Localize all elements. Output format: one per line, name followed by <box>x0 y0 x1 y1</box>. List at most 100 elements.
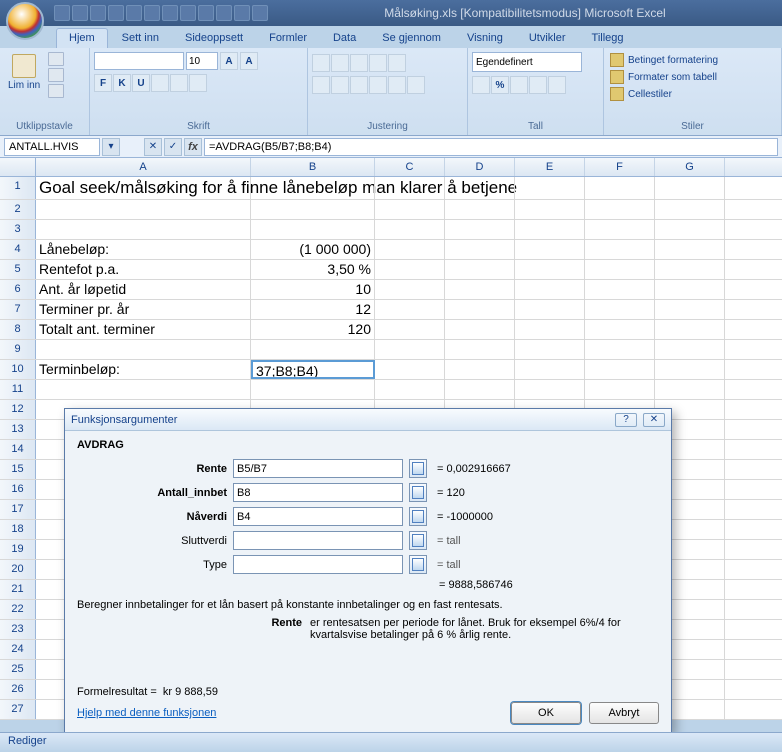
align-middle-icon[interactable] <box>331 54 349 72</box>
comma-icon[interactable] <box>510 76 528 94</box>
indent-dec-icon[interactable] <box>369 76 387 94</box>
row-header-11[interactable]: 11 <box>0 380 36 399</box>
decrease-decimal-icon[interactable] <box>548 76 566 94</box>
name-box-dropdown-icon[interactable]: ▾ <box>102 138 120 156</box>
row-header-10[interactable]: 10 <box>0 360 36 379</box>
currency-icon[interactable] <box>472 76 490 94</box>
tab-se-gjennom[interactable]: Se gjennom <box>370 29 453 48</box>
cell-A10[interactable]: Terminbeløp: <box>36 360 251 379</box>
conditional-formatting-button[interactable]: Betinget formatering <box>608 52 777 68</box>
arg-input-sluttverdi[interactable] <box>233 531 403 550</box>
ref-select-icon[interactable] <box>409 531 427 550</box>
qat-icon[interactable] <box>234 5 250 21</box>
row-header-15[interactable]: 15 <box>0 460 36 479</box>
cell-B7[interactable]: 12 <box>251 300 375 319</box>
dialog-close-button[interactable]: ✕ <box>643 413 665 427</box>
row-header-8[interactable]: 8 <box>0 320 36 339</box>
row-header-5[interactable]: 5 <box>0 260 36 279</box>
fill-color-icon[interactable] <box>170 74 188 92</box>
office-button[interactable] <box>6 2 44 40</box>
percent-icon[interactable]: % <box>491 76 509 94</box>
merge-icon[interactable] <box>407 76 425 94</box>
cancel-button[interactable]: Avbryt <box>589 702 659 724</box>
border-icon[interactable] <box>151 74 169 92</box>
paste-button[interactable]: Lim inn <box>4 52 44 93</box>
row-header-25[interactable]: 25 <box>0 660 36 679</box>
tab-visning[interactable]: Visning <box>455 29 515 48</box>
tab-formler[interactable]: Formler <box>257 29 319 48</box>
cell-A4[interactable]: Lånebeløp: <box>36 240 251 259</box>
row-header-23[interactable]: 23 <box>0 620 36 639</box>
arg-input-type[interactable] <box>233 555 403 574</box>
shrink-font-icon[interactable]: A <box>240 52 258 70</box>
row-header-3[interactable]: 3 <box>0 220 36 239</box>
cut-icon[interactable] <box>48 52 64 66</box>
copy-icon[interactable] <box>48 68 64 82</box>
indent-inc-icon[interactable] <box>388 76 406 94</box>
format-as-table-button[interactable]: Formater som tabell <box>608 69 777 85</box>
align-right-icon[interactable] <box>350 76 368 94</box>
help-link[interactable]: Hjelp med denne funksjonen <box>77 707 216 719</box>
cell-A8[interactable]: Totalt ant. terminer <box>36 320 251 339</box>
tab-utvikler[interactable]: Utvikler <box>517 29 578 48</box>
col-header-E[interactable]: E <box>515 158 585 176</box>
row-header-16[interactable]: 16 <box>0 480 36 499</box>
row-header-1[interactable]: 1 <box>0 177 36 199</box>
cell-B8[interactable]: 120 <box>251 320 375 339</box>
align-bottom-icon[interactable] <box>350 54 368 72</box>
row-header-24[interactable]: 24 <box>0 640 36 659</box>
ref-select-icon[interactable] <box>409 507 427 526</box>
cell-A5[interactable]: Rentefot p.a. <box>36 260 251 279</box>
cell-B5[interactable]: 3,50 % <box>251 260 375 279</box>
font-color-icon[interactable] <box>189 74 207 92</box>
row-header-7[interactable]: 7 <box>0 300 36 319</box>
arg-input-naverdi[interactable] <box>233 507 403 526</box>
format-painter-icon[interactable] <box>48 84 64 98</box>
underline-button[interactable]: U <box>132 74 150 92</box>
row-header-13[interactable]: 13 <box>0 420 36 439</box>
align-center-icon[interactable] <box>331 76 349 94</box>
row-header-14[interactable]: 14 <box>0 440 36 459</box>
ok-button[interactable]: OK <box>511 702 581 724</box>
wrap-text-icon[interactable] <box>388 54 406 72</box>
row-header-17[interactable]: 17 <box>0 500 36 519</box>
dialog-titlebar[interactable]: Funksjonsargumenter ? ✕ <box>65 409 671 431</box>
row-header-19[interactable]: 19 <box>0 540 36 559</box>
row-header-9[interactable]: 9 <box>0 340 36 359</box>
qat-save-icon[interactable] <box>54 5 70 21</box>
tab-sideoppsett[interactable]: Sideoppsett <box>173 29 255 48</box>
tab-data[interactable]: Data <box>321 29 368 48</box>
formula-input[interactable]: =AVDRAG(B5/B7;B8;B4) <box>204 138 778 156</box>
ref-select-icon[interactable] <box>409 555 427 574</box>
tab-tillegg[interactable]: Tillegg <box>580 29 636 48</box>
enter-formula-button[interactable]: ✓ <box>164 138 182 156</box>
italic-button[interactable]: K <box>113 74 131 92</box>
qat-icon[interactable] <box>126 5 142 21</box>
cell-B6[interactable]: 10 <box>251 280 375 299</box>
arg-input-antall-innbet[interactable] <box>233 483 403 502</box>
row-header-18[interactable]: 18 <box>0 520 36 539</box>
align-left-icon[interactable] <box>312 76 330 94</box>
col-header-F[interactable]: F <box>585 158 655 176</box>
row-header-20[interactable]: 20 <box>0 560 36 579</box>
col-header-C[interactable]: C <box>375 158 445 176</box>
qat-icon[interactable] <box>252 5 268 21</box>
cell-B1[interactable] <box>251 177 375 199</box>
ref-select-icon[interactable] <box>409 459 427 478</box>
cell-styles-button[interactable]: Cellestiler <box>608 86 777 102</box>
cancel-formula-button[interactable]: ✕ <box>144 138 162 156</box>
increase-decimal-icon[interactable] <box>529 76 547 94</box>
qat-icon[interactable] <box>144 5 160 21</box>
row-header-21[interactable]: 21 <box>0 580 36 599</box>
font-size-combo[interactable] <box>186 52 218 70</box>
name-box[interactable]: ANTALL.HVIS <box>4 138 100 156</box>
cell-B10[interactable]: 37;B8;B4) <box>251 360 375 379</box>
bold-button[interactable]: F <box>94 74 112 92</box>
row-header-22[interactable]: 22 <box>0 600 36 619</box>
qat-redo-icon[interactable] <box>90 5 106 21</box>
cell-A1[interactable]: Goal seek/målsøking for å finne lånebelø… <box>36 177 251 199</box>
cell-A6[interactable]: Ant. år løpetid <box>36 280 251 299</box>
qat-icon[interactable] <box>108 5 124 21</box>
tab-hjem[interactable]: Hjem <box>56 28 108 48</box>
row-header-4[interactable]: 4 <box>0 240 36 259</box>
